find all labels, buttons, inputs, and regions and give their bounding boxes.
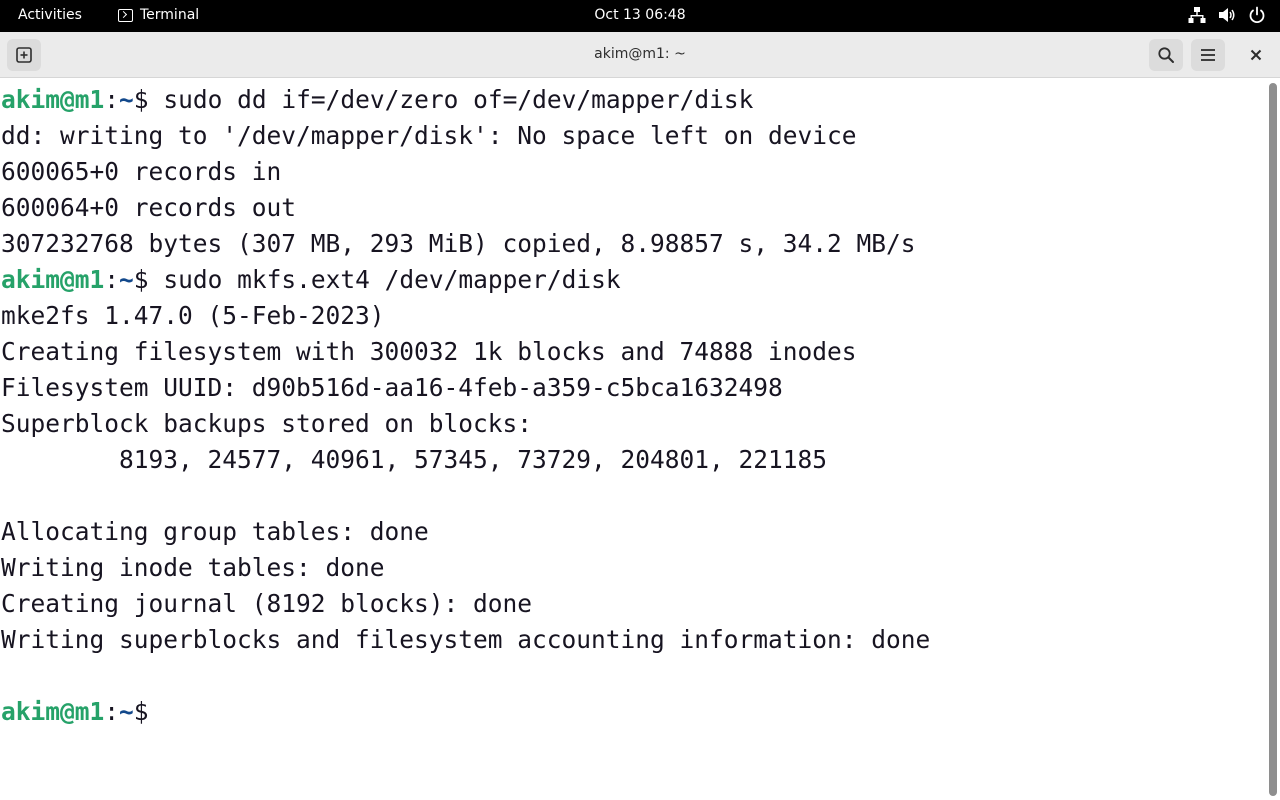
terminal-scrollbar[interactable] [1266, 79, 1280, 800]
volume-icon[interactable] [1218, 6, 1236, 24]
output-line: Allocating group tables: done [1, 517, 429, 546]
terminal-output[interactable]: akim@m1:~$ sudo dd if=/dev/zero of=/dev/… [0, 79, 1266, 800]
output-line: mke2fs 1.47.0 (5-Feb-2023) [1, 301, 385, 330]
prompt-line: akim@m1:~$ sudo mkfs.ext4 /dev/mapper/di… [1, 262, 1266, 298]
top-bar: Activities Terminal Oct 13 06:48 [0, 0, 1280, 32]
prompt-path: ~ [119, 85, 134, 114]
close-button[interactable] [1240, 39, 1272, 71]
prompt-user: akim@m1 [1, 85, 105, 114]
output-line: Creating filesystem with 300032 1k block… [1, 337, 857, 366]
app-menu-button[interactable]: Terminal [118, 7, 199, 23]
hamburger-menu-icon [1201, 49, 1215, 61]
close-icon [1250, 49, 1262, 61]
output-line: Writing inode tables: done [1, 553, 385, 582]
app-name: Terminal [140, 7, 200, 23]
search-button[interactable] [1149, 39, 1183, 71]
output-line: 8193, 24577, 40961, 57345, 73729, 204801… [1, 445, 828, 474]
activities-button[interactable]: Activities [18, 7, 82, 23]
network-icon[interactable] [1188, 6, 1206, 24]
prompt-separator: : [104, 265, 120, 294]
prompt-separator: : [104, 697, 120, 726]
window-title: akim@m1: ~ [594, 46, 686, 62]
system-tray[interactable] [1188, 6, 1266, 24]
prompt-line: akim@m1:~$ sudo dd if=/dev/zero of=/dev/… [1, 82, 1266, 118]
output-line: 307232768 bytes (307 MB, 293 MiB) copied… [1, 229, 916, 258]
terminal-icon [118, 8, 133, 22]
main-menu-button[interactable] [1191, 39, 1225, 71]
output-line: Writing superblocks and filesystem accou… [1, 625, 931, 654]
output-line: 600064+0 records out [1, 193, 297, 222]
output-line: Filesystem UUID: d90b516d-aa16-4feb-a359… [1, 373, 783, 402]
output-line: dd: writing to '/dev/mapper/disk': No sp… [1, 121, 857, 150]
new-tab-button[interactable] [7, 39, 41, 71]
output-line: Creating journal (8192 blocks): done [1, 589, 533, 618]
output-line: Superblock backups stored on blocks: [1, 409, 533, 438]
prompt-path: ~ [119, 697, 134, 726]
output-line: 600065+0 records in [1, 157, 282, 186]
prompt-line: akim@m1:~$ [1, 694, 1266, 730]
search-icon [1158, 47, 1174, 63]
power-icon[interactable] [1248, 6, 1266, 24]
scrollbar-thumb[interactable] [1269, 83, 1277, 796]
command-text: sudo mkfs.ext4 /dev/mapper/disk [148, 265, 621, 294]
prompt-symbol: $ [133, 265, 149, 294]
prompt-path: ~ [119, 265, 134, 294]
prompt-user: akim@m1 [1, 265, 105, 294]
prompt-user: akim@m1 [1, 697, 105, 726]
command-text: sudo dd if=/dev/zero of=/dev/mapper/disk [148, 85, 754, 114]
window-header-bar: akim@m1: ~ [0, 32, 1280, 78]
prompt-separator: : [104, 85, 120, 114]
prompt-symbol: $ [133, 697, 149, 726]
prompt-symbol: $ [133, 85, 149, 114]
new-tab-icon [16, 47, 32, 63]
command-text [149, 697, 164, 726]
